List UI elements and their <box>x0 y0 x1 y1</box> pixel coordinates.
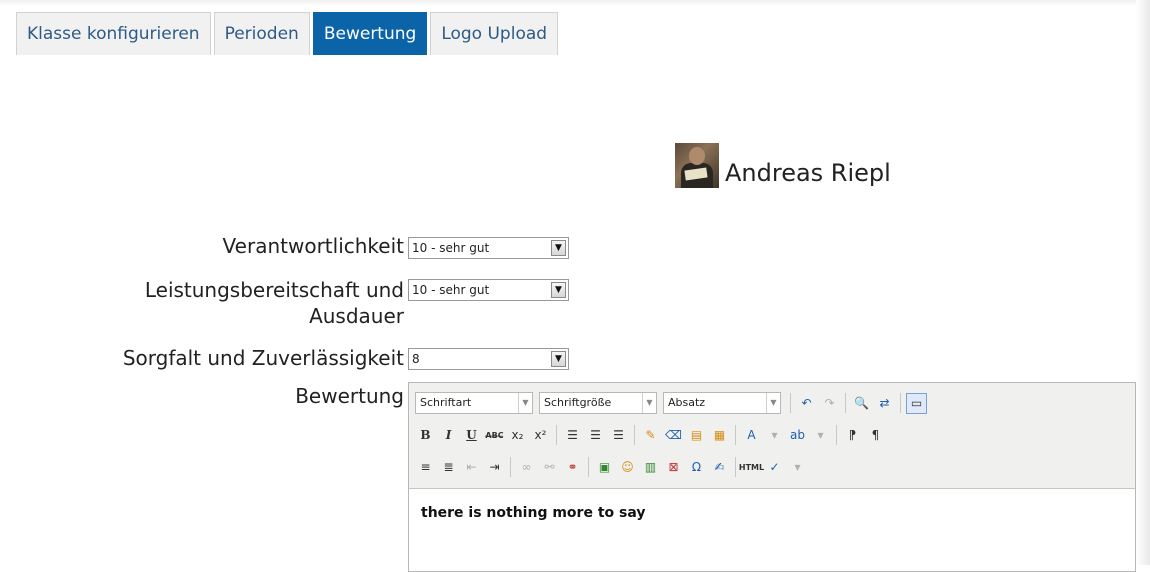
chevron-down-icon: ▼ <box>642 393 656 413</box>
paste-text-icon[interactable]: ▤ <box>686 425 707 446</box>
subscript-icon[interactable]: x₂ <box>507 425 528 446</box>
clean-format-icon[interactable]: ✎ <box>640 425 661 446</box>
chevron-down-icon[interactable]: ▾ <box>764 425 785 446</box>
student-header: Andreas Riepl <box>675 143 891 188</box>
spellcheck-icon[interactable]: ✓ <box>764 457 785 478</box>
toolbar-row-3: ≡ ≣ ⇤ ⇥ ∞ ⚯ ⚭ ▣ ☺ ▥ ⊠ Ω ✍ HTML ✓ ▾ <box>415 451 1129 483</box>
window-right-edge <box>1136 0 1150 565</box>
tab-logo-upload[interactable]: Logo Upload <box>430 12 559 55</box>
tab-klasse-konfigurieren[interactable]: Klasse konfigurieren <box>16 12 211 55</box>
eraser-icon[interactable]: ⌫ <box>663 425 684 446</box>
ltr-icon[interactable]: ⁋ <box>842 425 863 446</box>
toolbar-separator <box>510 457 511 477</box>
chevron-down-icon[interactable]: ▾ <box>810 425 831 446</box>
underline-icon[interactable]: U <box>461 425 482 446</box>
verantwortlichkeit-select[interactable]: 10 - sehr gut ▼ <box>408 237 569 259</box>
toolbar-separator <box>735 457 736 477</box>
label-verantwortlichkeit: Verantwortlichkeit <box>222 234 404 258</box>
sorgfalt-select[interactable]: 8 ▼ <box>408 348 569 370</box>
redo-icon[interactable]: ↷ <box>819 393 840 414</box>
link-icon[interactable]: ∞ <box>516 457 537 478</box>
dropdown-arrow-icon[interactable]: ▼ <box>551 351 566 367</box>
sorgfalt-value: 8 <box>412 352 420 366</box>
edit-source-icon[interactable]: ✍ <box>709 457 730 478</box>
chevron-down-icon: ▼ <box>766 393 780 413</box>
fullscreen-icon[interactable]: ▭ <box>906 392 927 414</box>
outdent-icon[interactable]: ⇤ <box>461 457 482 478</box>
label-bewertung: Bewertung <box>295 384 404 408</box>
toolbar-row-2: B I U A̶B̶C̶ x₂ x² ☰ ☰ ☰ ✎ ⌫ ▤ ▦ A ▾ ab … <box>415 419 1129 451</box>
dropdown-arrow-icon[interactable]: ▼ <box>551 240 566 256</box>
avatar <box>675 143 719 188</box>
paste-word-icon[interactable]: ▦ <box>709 425 730 446</box>
tab-bewertung[interactable]: Bewertung <box>312 12 428 55</box>
align-right-icon[interactable]: ☰ <box>608 425 629 446</box>
label-sorgfalt: Sorgfalt und Zuverlässigkeit <box>122 346 404 370</box>
superscript-icon[interactable]: x² <box>530 425 551 446</box>
anchor-icon[interactable]: ⚭ <box>562 457 583 478</box>
toolbar-separator <box>836 425 837 445</box>
toolbar-separator <box>588 457 589 477</box>
rtl-icon[interactable]: ¶ <box>865 425 886 446</box>
leistungsbereitschaft-select[interactable]: 10 - sehr gut ▼ <box>408 279 569 301</box>
toolbar-separator <box>556 425 557 445</box>
align-left-icon[interactable]: ☰ <box>562 425 583 446</box>
toolbar-row-1: Schriftart ▼ Schriftgröße ▼ Absatz ▼ ↶ ↷… <box>415 387 1129 419</box>
italic-icon[interactable]: I <box>438 425 459 446</box>
tab-perioden[interactable]: Perioden <box>213 12 310 55</box>
image-icon[interactable]: ▣ <box>594 457 615 478</box>
label-leistungsbereitschaft-line2: Ausdauer <box>309 304 404 328</box>
bullet-list-icon[interactable]: ≡ <box>415 457 436 478</box>
highlight-color-icon[interactable]: ab <box>787 425 808 446</box>
tab-bar: Klasse konfigurieren Perioden Bewertung … <box>16 12 559 55</box>
html-icon[interactable]: HTML <box>739 457 764 478</box>
format-combo-label: Absatz <box>668 396 706 409</box>
dropdown-arrow-icon[interactable]: ▼ <box>551 282 566 298</box>
editor-content[interactable]: there is nothing more to say <box>409 489 1135 537</box>
indent-icon[interactable]: ⇥ <box>484 457 505 478</box>
strikethrough-icon[interactable]: A̶B̶C̶ <box>484 425 505 446</box>
undo-icon[interactable]: ↶ <box>796 393 817 414</box>
toolbar-separator <box>900 393 901 413</box>
toolbar-separator <box>735 425 736 445</box>
editor-toolbar: Schriftart ▼ Schriftgröße ▼ Absatz ▼ ↶ ↷… <box>409 383 1135 489</box>
verantwortlichkeit-value: 10 - sehr gut <box>412 241 490 255</box>
media-icon[interactable]: ▥ <box>640 457 661 478</box>
leistungsbereitschaft-value: 10 - sehr gut <box>412 283 490 297</box>
student-name: Andreas Riepl <box>725 159 891 187</box>
special-char-icon[interactable]: Ω <box>686 457 707 478</box>
window-top-edge <box>0 0 1150 6</box>
replace-icon[interactable]: ⇄ <box>874 393 895 414</box>
bold-icon[interactable]: B <box>415 425 436 446</box>
font-size-combo[interactable]: Schriftgröße ▼ <box>539 392 657 414</box>
align-center-icon[interactable]: ☰ <box>585 425 606 446</box>
chevron-down-icon: ▼ <box>518 393 532 413</box>
page-break-icon[interactable]: ⊠ <box>663 457 684 478</box>
rich-text-editor: Schriftart ▼ Schriftgröße ▼ Absatz ▼ ↶ ↷… <box>408 382 1136 572</box>
format-combo[interactable]: Absatz ▼ <box>663 392 781 414</box>
label-leistungsbereitschaft-line1: Leistungsbereitschaft und <box>144 278 404 302</box>
label-leistungsbereitschaft: Leistungsbereitschaft und Ausdauer <box>145 277 404 329</box>
font-family-combo[interactable]: Schriftart ▼ <box>415 392 533 414</box>
font-size-combo-label: Schriftgröße <box>544 396 612 409</box>
toolbar-separator <box>845 393 846 413</box>
toolbar-separator <box>634 425 635 445</box>
emoticon-icon[interactable]: ☺ <box>617 457 638 478</box>
font-family-combo-label: Schriftart <box>420 396 472 409</box>
text-color-icon[interactable]: A <box>741 425 762 446</box>
find-icon[interactable]: 🔍 <box>851 393 872 414</box>
unlink-icon[interactable]: ⚯ <box>539 457 560 478</box>
numbered-list-icon[interactable]: ≣ <box>438 457 459 478</box>
toolbar-separator <box>790 393 791 413</box>
chevron-down-icon[interactable]: ▾ <box>787 457 808 478</box>
